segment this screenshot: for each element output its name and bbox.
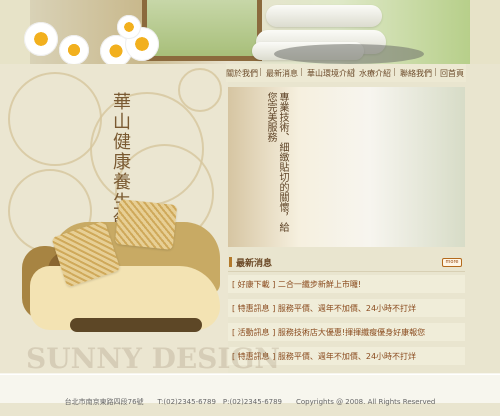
- footer-divider: [0, 374, 500, 375]
- watermark-text: SUNNY DESIGN: [26, 342, 281, 375]
- hero-banner: [30, 0, 470, 64]
- news-marker-icon: [229, 257, 232, 267]
- plate: [274, 44, 424, 64]
- nav-news[interactable]: 最新消息: [266, 68, 298, 79]
- nav-separator: |: [352, 67, 355, 76]
- nav-contact[interactable]: 聯絡我們: [400, 68, 432, 79]
- page: 華山健康養生館 關於我們 | 最新消息 | 華山環境介紹 | 水療介紹 | 聯絡…: [0, 0, 500, 416]
- news-item[interactable]: [ 活動訊息 ] 服務技術店大優惠!揮揮纖瘦優身好康報您: [228, 323, 465, 341]
- nav-about[interactable]: 關於我們: [226, 68, 258, 79]
- swirl-decor: [8, 72, 102, 166]
- window-frame: [142, 0, 262, 61]
- daisy-icon: [24, 22, 58, 56]
- towel-1: [266, 5, 382, 27]
- nav-separator: |: [300, 67, 303, 76]
- nav-separator: |: [393, 67, 396, 76]
- news-title: 最新消息: [236, 259, 273, 269]
- news-item[interactable]: [ 好康下載 ] 二合一纖步新鮮上市囉!: [228, 275, 465, 293]
- nav-separator: |: [259, 67, 262, 76]
- news-item[interactable]: [ 特惠訊息 ] 服務平價、週年不加價、24小時不打烊: [228, 299, 465, 317]
- nav-home[interactable]: 回首頁: [440, 68, 464, 79]
- news-item-text: [ 好康下載 ] 二合一纖步新鮮上市囉!: [232, 280, 362, 289]
- pillow: [114, 199, 178, 250]
- more-button[interactable]: more: [442, 258, 462, 267]
- nav-spa[interactable]: 水療介紹: [359, 68, 391, 79]
- nav-separator: |: [434, 67, 437, 76]
- promo-vertical-text: 專業技術、細緻貼切的關懷，給您完美服務: [265, 92, 288, 232]
- footer-text: 台北市南京東路四段76號 T:(02)2345-6789 P:(02)2345-…: [64, 398, 436, 406]
- daisy-icon: [117, 15, 141, 39]
- swirl-decor: [178, 68, 222, 112]
- sofa-base: [70, 318, 202, 332]
- nav-environment[interactable]: 華山環境介紹: [307, 68, 355, 79]
- news-item-text: [ 活動訊息 ] 服務技術店大優惠!揮揮纖瘦優身好康報您: [232, 328, 426, 337]
- daisy-icon: [59, 35, 89, 65]
- news-item-text: [ 特惠訊息 ] 服務平價、週年不加價、24小時不打烊: [232, 304, 417, 313]
- top-navigation: 關於我們 | 最新消息 | 華山環境介紹 | 水療介紹 | 聯絡我們 | 回首頁: [226, 64, 466, 82]
- sofa-illustration: [22, 199, 232, 360]
